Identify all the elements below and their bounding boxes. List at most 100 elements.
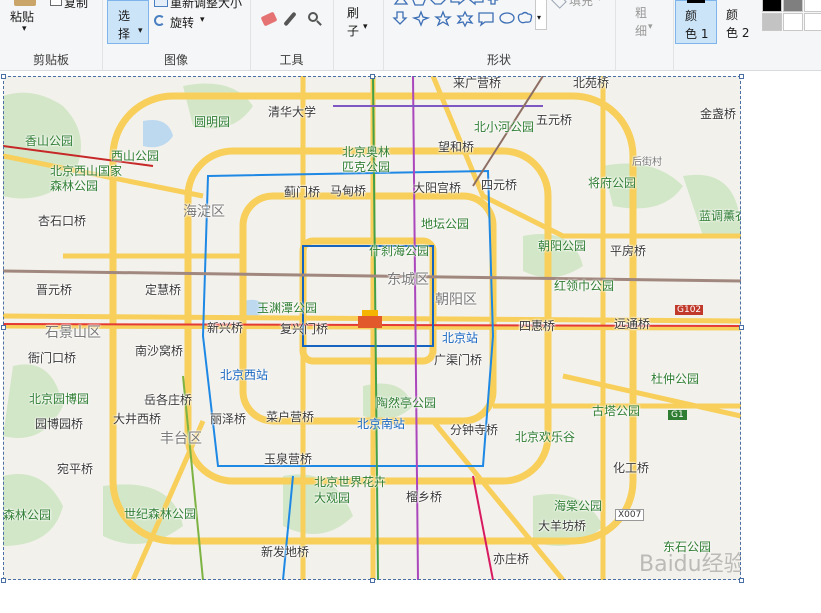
copy-icon[interactable] — [50, 0, 62, 6]
place-label: 衙门口桥 — [28, 351, 77, 365]
color-swatch[interactable] — [783, 0, 803, 12]
callout-rect-shape-icon — [478, 12, 494, 27]
resize-button[interactable]: 重新调整大小 — [170, 0, 242, 11]
star4-shape-icon — [411, 10, 431, 27]
park-label: 海棠公园 — [554, 499, 603, 513]
rotate-dropdown-icon[interactable]: ▾ — [200, 15, 205, 25]
place-label: 四惠桥 — [519, 319, 556, 333]
brush-dropdown-icon[interactable]: ▾ — [363, 22, 368, 32]
road-code-badge: G102 — [675, 305, 704, 315]
park-label: 红领巾公园 — [554, 279, 615, 293]
color-palette — [762, 0, 821, 34]
size-button[interactable]: 粗 细 — [635, 4, 647, 40]
resize-handle-tm[interactable] — [370, 74, 375, 79]
tools-group: 工具 — [250, 0, 334, 70]
fill-dropdown-icon[interactable]: ▾ — [597, 0, 602, 4]
park-label: 北小河公园 — [474, 120, 535, 134]
right-arrow-shape-icon — [450, 0, 466, 6]
park-label: 森林公园 — [3, 508, 52, 522]
map-image[interactable]: 海淀区 东城区 朝阳区 石景山区 丰台区 香山公园 北京西山国家森林公园 圆明园… — [3, 76, 741, 580]
fill-button[interactable]: 填充 — [569, 0, 593, 9]
place-label: 玉泉营桥 — [264, 452, 313, 466]
place-label: 金盏桥 — [700, 107, 737, 121]
place-label: 望和桥 — [438, 140, 475, 154]
pentagon-shape-icon — [412, 0, 426, 6]
place-label: 亦庄桥 — [493, 552, 530, 566]
place-label: 远通桥 — [614, 317, 651, 331]
resize-handle-tr[interactable] — [739, 74, 744, 79]
select-button[interactable]: 选 择 ▾ — [107, 0, 149, 44]
place-label: 定慧桥 — [145, 283, 182, 297]
shapes-gallery[interactable] — [391, 0, 541, 32]
resize-handle-bl[interactable] — [1, 578, 6, 583]
rotate-icon[interactable] — [154, 15, 165, 26]
color1-button[interactable]: 颜 色 1 — [675, 0, 717, 44]
place-label: 平房桥 — [610, 244, 647, 258]
size-group: 粗 细 ▾ — [615, 0, 674, 70]
resize-handle-ml[interactable] — [1, 325, 6, 330]
image-group-label: 图像 — [163, 53, 188, 67]
resize-handle-mr[interactable] — [739, 325, 744, 330]
place-label: 广渠门桥 — [434, 353, 483, 367]
station-label: 北京南站 — [357, 417, 406, 431]
park-label: 香山公园 — [25, 134, 74, 148]
park-label: 陶然亭公园 — [376, 396, 437, 410]
place-label: 马甸桥 — [330, 184, 367, 198]
district-label-dongcheng: 东城区 — [387, 272, 429, 288]
color-swatch[interactable] — [783, 13, 803, 31]
resize-handle-br[interactable] — [739, 578, 744, 583]
station-label: 北京站 — [442, 331, 479, 345]
copy-button[interactable]: 复制 — [64, 0, 88, 11]
color1-label: 颜 色 1 — [685, 9, 709, 41]
place-label: 岳各庄桥 — [144, 393, 193, 407]
district-label-chaoyang: 朝阳区 — [435, 292, 477, 308]
place-label: 后街村 — [632, 157, 662, 168]
park-label: 古塔公园 — [592, 404, 641, 418]
callout-cloud-shape-icon — [517, 11, 533, 24]
color1-swatch — [687, 0, 705, 3]
place-label: 四元桥 — [481, 178, 518, 192]
size-dropdown-icon[interactable]: ▾ — [648, 22, 653, 32]
place-label: 蓟门桥 — [284, 185, 321, 199]
color-swatch[interactable] — [762, 0, 782, 12]
shapes-expand-icon: ▾ — [537, 13, 542, 22]
rotate-button[interactable]: 旋转 — [170, 14, 194, 31]
color-swatch[interactable] — [762, 13, 782, 31]
park-label: 西山公园 — [111, 149, 160, 163]
park-label: 圆明园 — [194, 115, 231, 129]
place-label: 晋元桥 — [36, 283, 73, 297]
paste-button[interactable]: 粘贴 — [10, 8, 34, 25]
color2-button[interactable]: 颜 色 2 — [719, 0, 757, 44]
paste-icon[interactable] — [14, 0, 36, 6]
park-label: 北京园博园 — [29, 392, 90, 406]
shapes-group: ▾ 填充 ▾ 形状 — [383, 0, 616, 70]
resize-handle-bm[interactable] — [370, 578, 375, 583]
baidu-watermark: Baidu经验 — [639, 552, 741, 577]
eraser-icon[interactable] — [260, 11, 278, 27]
place-label: 南沙窝桥 — [135, 344, 184, 358]
place-label: 来广营桥 — [453, 76, 502, 90]
color2-label: 颜 色 2 — [726, 8, 750, 40]
place-label: 大羊坊桥 — [538, 519, 587, 533]
paste-dropdown-icon[interactable]: ▾ — [22, 24, 27, 34]
place-label: 菜户营桥 — [266, 410, 315, 424]
clipboard-group: 粘贴 ▾ 复制 剪贴板 — [0, 0, 103, 70]
brush-button[interactable]: 刷 子 — [347, 4, 359, 40]
shapes-group-label: 形状 — [486, 53, 511, 67]
park-label: 将府公园 — [588, 176, 637, 190]
road-code-badge: X007 — [615, 509, 645, 521]
place-label: 五元桥 — [536, 113, 573, 127]
color-picker-icon[interactable] — [283, 11, 297, 27]
place-label: 大阳宫桥 — [413, 181, 462, 195]
shapes-scrollbar[interactable]: ▾ — [535, 0, 547, 30]
resize-icon[interactable] — [154, 0, 168, 7]
color-swatch[interactable] — [804, 0, 821, 12]
place-label: 清华大学 — [268, 105, 317, 119]
resize-handle-tl[interactable] — [1, 74, 6, 79]
fill-icon[interactable] — [551, 0, 567, 9]
ribbon-toolbar: 粘贴 ▾ 复制 剪贴板 选 择 ▾ 重新调整大小 旋转 ▾ 图像 工具 刷 子 … — [0, 0, 821, 71]
color-swatch[interactable] — [804, 13, 821, 31]
park-label: 北京西山国家森林公园 — [50, 164, 123, 193]
place-label: 园博园桥 — [35, 417, 84, 431]
park-label: 北京世界花卉大观园 — [314, 475, 387, 505]
